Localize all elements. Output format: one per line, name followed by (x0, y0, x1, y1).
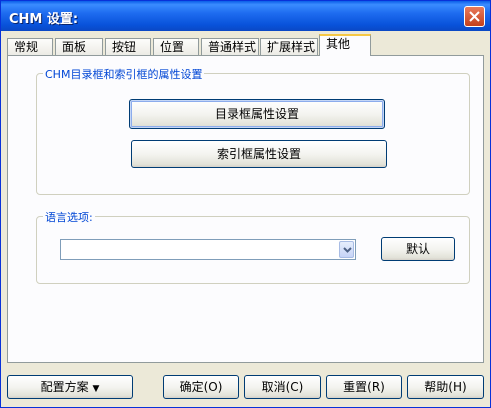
tab-extended-style[interactable]: 扩展样式 (260, 38, 318, 55)
triangle-down-icon: ▼ (92, 384, 100, 394)
chm-group-title: CHM目录框和索引框的属性设置 (43, 66, 205, 82)
help-button[interactable]: 帮助(H) (407, 375, 484, 399)
close-icon (469, 11, 480, 22)
tab-position[interactable]: 位置 (153, 38, 199, 55)
window-title: CHM 设置: (9, 12, 79, 27)
close-button[interactable] (464, 6, 485, 27)
tab-panel[interactable]: 面板 (55, 38, 103, 55)
tab-normal-style[interactable]: 普通样式 (201, 38, 259, 55)
toc-properties-button[interactable]: 目录框属性设置 (129, 99, 385, 129)
tab-other[interactable]: 其他 (319, 34, 371, 56)
dialog-window: CHM 设置: 常规 面板 按钮 位置 普通样式 扩展样式 其他 CHM目录框和… (0, 0, 491, 408)
language-group: 语言选项: 默认 (36, 209, 470, 284)
language-default-button[interactable]: 默认 (381, 237, 455, 261)
language-dropdown-button[interactable] (339, 241, 354, 258)
config-scheme-button[interactable]: 配置方案 ▼ (7, 375, 133, 399)
reset-button[interactable]: 重置(R) (326, 375, 402, 399)
tab-buttons[interactable]: 按钮 (105, 38, 151, 55)
index-properties-button[interactable]: 索引框属性设置 (131, 140, 387, 168)
chm-properties-group: CHM目录框和索引框的属性设置 目录框属性设置 索引框属性设置 (36, 66, 470, 195)
tab-panel-other: CHM目录框和索引框的属性设置 目录框属性设置 索引框属性设置 语言选项: 默认 (7, 55, 484, 363)
chevron-down-icon (343, 247, 352, 253)
language-group-title: 语言选项: (43, 209, 95, 225)
title-bar[interactable]: CHM 设置: (1, 1, 490, 31)
tab-general[interactable]: 常规 (7, 38, 53, 55)
ok-button[interactable]: 确定(O) (163, 375, 239, 399)
cancel-button[interactable]: 取消(C) (244, 375, 321, 399)
language-select[interactable] (60, 239, 356, 260)
